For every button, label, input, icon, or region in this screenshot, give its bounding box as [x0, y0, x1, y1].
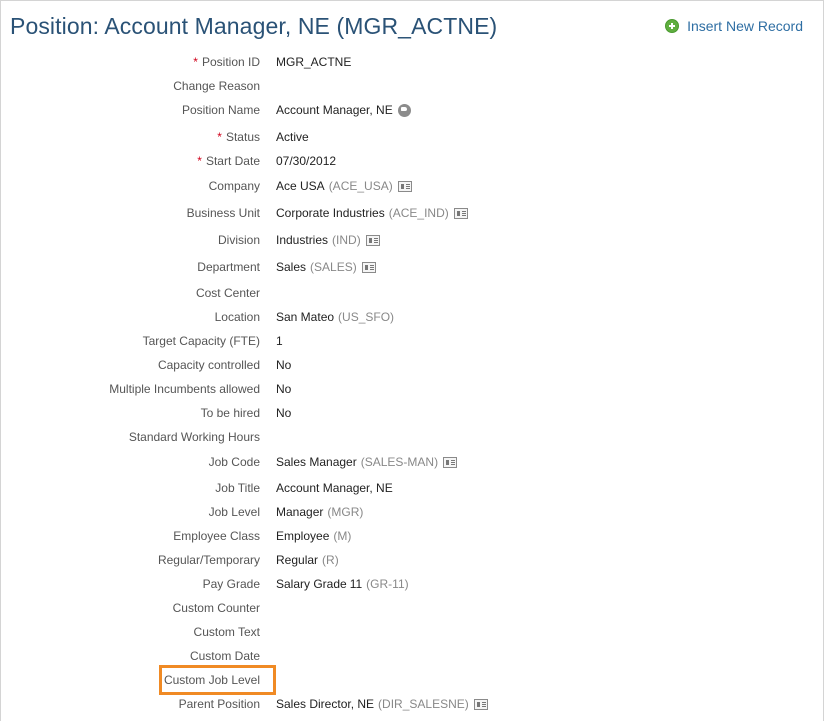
detail-card-icon[interactable]	[473, 698, 488, 710]
field-row-division: Division Industries (IND)	[1, 230, 821, 250]
field-value: Ace USA (ACE_USA)	[276, 176, 412, 196]
field-label: Department	[197, 260, 260, 274]
field-row-job-title: Job Title Account Manager, NE	[1, 478, 821, 498]
field-label: Location	[214, 310, 260, 324]
field-label: * Position ID	[193, 55, 260, 69]
field-label: Employee Class	[173, 529, 260, 543]
field-value: San Mateo (US_SFO)	[276, 310, 395, 324]
field-value: 1	[276, 334, 283, 348]
position-detail-panel: Position: Account Manager, NE (MGR_ACTNE…	[0, 0, 824, 721]
field-row-custom-job-level: Custom Job Level	[1, 670, 821, 690]
highlight-box	[159, 665, 276, 695]
field-value: No	[276, 358, 292, 372]
field-label: To be hired	[200, 406, 260, 420]
plus-circle-icon[interactable]	[665, 19, 680, 33]
field-label: * Start Date	[197, 154, 260, 168]
field-row-position-id: * Position ID MGR_ACTNE	[1, 52, 821, 72]
field-label: Change Reason	[173, 79, 260, 93]
field-row-change-reason: Change Reason	[1, 76, 821, 96]
globe-icon[interactable]	[397, 103, 411, 117]
field-value: Account Manager, NE	[276, 100, 411, 120]
field-label: Parent Position	[178, 697, 260, 711]
required-marker: *	[197, 154, 202, 168]
field-row-capacity-controlled: Capacity controlled No	[1, 355, 821, 375]
field-value: Account Manager, NE	[276, 481, 393, 495]
field-row-status: * Status Active	[1, 127, 821, 147]
field-row-custom-text: Custom Text	[1, 622, 821, 642]
detail-card-icon[interactable]	[361, 261, 376, 273]
insert-new-record-label[interactable]: Insert New Record	[687, 18, 803, 34]
field-value: Manager (MGR)	[276, 505, 364, 519]
field-label: Standard Working Hours	[128, 430, 260, 444]
field-value: MGR_ACTNE	[276, 55, 352, 69]
detail-card-icon[interactable]	[365, 234, 380, 246]
required-marker: *	[193, 55, 198, 69]
detail-card-icon[interactable]	[453, 207, 468, 219]
field-row-position-name: Position Name Account Manager, NE	[1, 100, 821, 120]
field-label: Job Level	[208, 505, 260, 519]
field-row-company: Company Ace USA (ACE_USA)	[1, 176, 821, 196]
field-row-target-capacity: Target Capacity (FTE) 1	[1, 331, 821, 351]
field-label: Position Name	[181, 103, 260, 117]
field-label: Division	[217, 233, 260, 247]
field-row-standard-working-hours: Standard Working Hours	[1, 427, 821, 447]
field-label: Custom Text	[193, 625, 260, 639]
field-value: Sales Manager (SALES-MAN)	[276, 452, 458, 472]
field-label: Capacity controlled	[157, 358, 260, 372]
field-value: No	[276, 406, 292, 420]
field-label: Cost Center	[195, 286, 260, 300]
field-row-custom-counter: Custom Counter	[1, 598, 821, 618]
field-value: Employee (M)	[276, 529, 352, 543]
field-value: Salary Grade 11 (GR-11)	[276, 577, 409, 591]
field-value: Sales (SALES)	[276, 257, 376, 277]
field-label: Regular/Temporary	[157, 553, 260, 567]
detail-card-icon[interactable]	[397, 180, 412, 192]
field-label: Multiple Incumbents allowed	[109, 382, 260, 396]
field-row-multiple-incumbents: Multiple Incumbents allowed No	[1, 379, 821, 399]
field-label: Pay Grade	[202, 577, 260, 591]
field-value: 07/30/2012	[276, 154, 337, 168]
field-value: No	[276, 382, 292, 396]
field-label: Company	[208, 179, 260, 193]
field-value: Active	[276, 130, 309, 144]
field-row-to-be-hired: To be hired No	[1, 403, 821, 423]
field-row-job-level: Job Level Manager (MGR)	[1, 502, 821, 522]
field-label: Job Title	[215, 481, 260, 495]
field-row-parent-position: Parent Position Sales Director, NE (DIR_S…	[1, 694, 821, 714]
field-row-location: Location San Mateo (US_SFO)	[1, 307, 821, 327]
page-title: Position: Account Manager, NE (MGR_ACTNE…	[10, 13, 498, 39]
field-row-custom-date: Custom Date	[1, 646, 821, 666]
field-value: Sales Director, NE (DIR_SALESNE)	[276, 694, 488, 714]
required-marker: *	[217, 130, 222, 144]
insert-new-record-link[interactable]: Insert New Record	[665, 18, 803, 34]
field-label: Target Capacity (FTE)	[142, 334, 260, 348]
field-row-regular-temporary: Regular/Temporary Regular (R)	[1, 550, 821, 570]
field-label: Business Unit	[186, 206, 260, 220]
field-row-employee-class: Employee Class Employee (M)	[1, 526, 821, 546]
field-value: Industries (IND)	[276, 230, 380, 250]
field-value: Corporate Industries (ACE_IND)	[276, 203, 468, 223]
field-row-pay-grade: Pay Grade Salary Grade 11 (GR-11)	[1, 574, 821, 594]
field-label: Custom Counter	[172, 601, 260, 615]
field-row-cost-center: Cost Center	[1, 283, 821, 303]
field-label: Job Code	[208, 455, 260, 469]
field-row-business-unit: Business Unit Corporate Industries (ACE_I…	[1, 203, 821, 223]
field-label: * Status	[217, 130, 260, 144]
field-row-start-date: * Start Date 07/30/2012	[1, 151, 821, 171]
field-value: Regular (R)	[276, 553, 339, 567]
field-row-job-code: Job Code Sales Manager (SALES-MAN)	[1, 452, 821, 472]
detail-card-icon[interactable]	[443, 456, 458, 468]
field-row-department: Department Sales (SALES)	[1, 257, 821, 277]
field-label: Custom Date	[189, 649, 260, 663]
